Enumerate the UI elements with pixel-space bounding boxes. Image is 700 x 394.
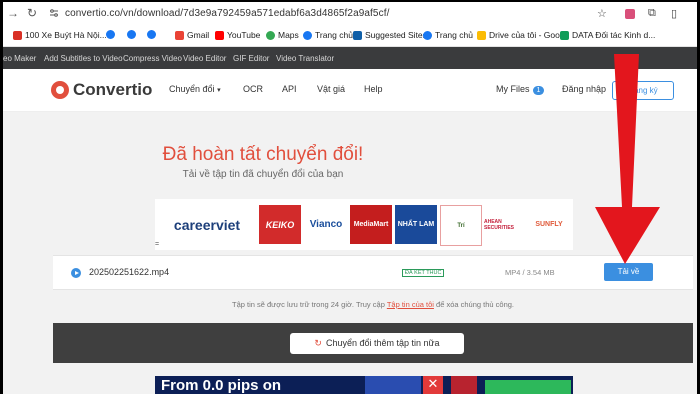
arrow-shape <box>595 54 660 264</box>
annotation-arrow-icon <box>595 54 660 264</box>
browser-window: → ↻ convertio.co/vn/download/7d3e9a79245… <box>3 2 697 394</box>
